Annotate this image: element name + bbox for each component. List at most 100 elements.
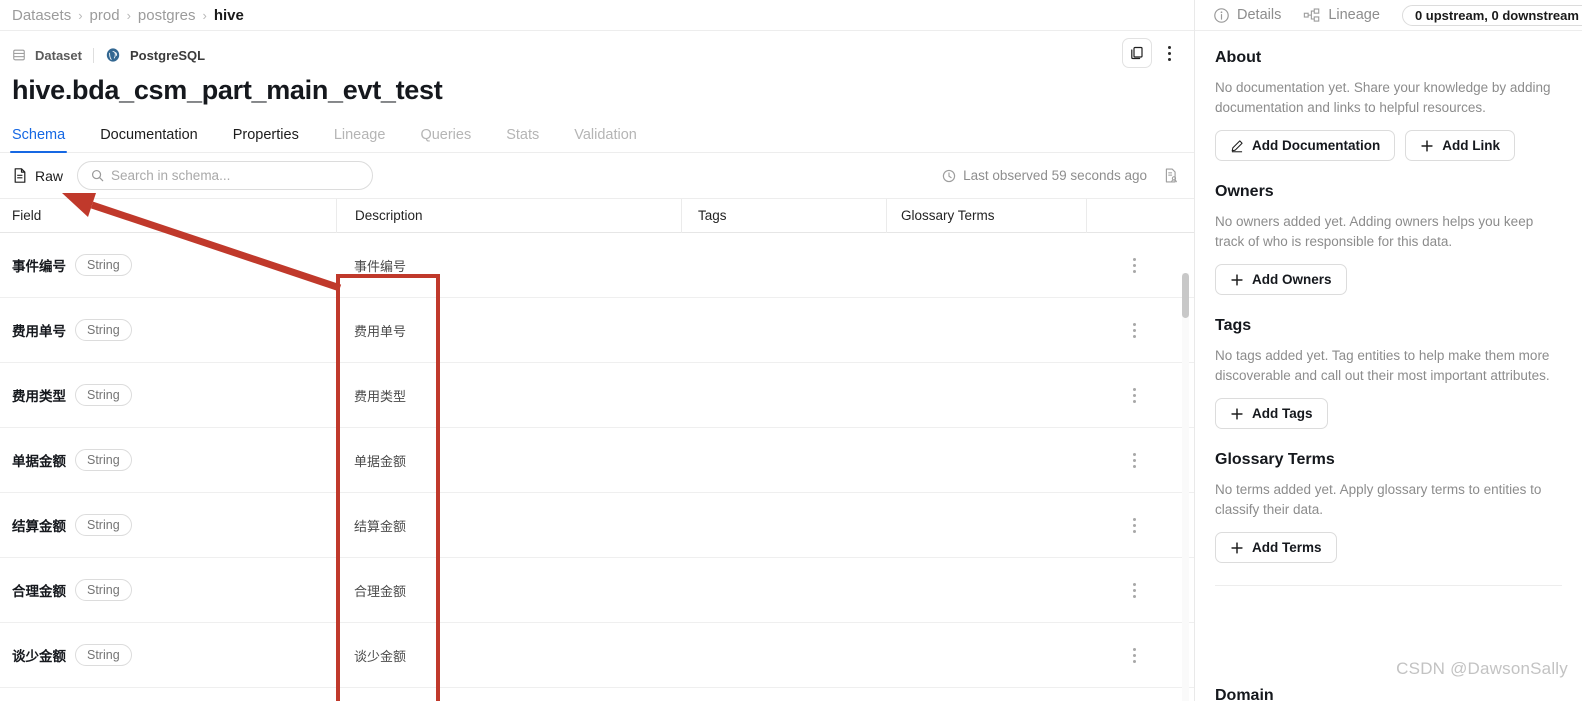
- breadcrumb-item-postgres[interactable]: postgres: [138, 7, 196, 24]
- breadcrumb-item-datasets[interactable]: Datasets: [12, 7, 71, 24]
- add-documentation-button[interactable]: Add Documentation: [1215, 130, 1396, 161]
- breadcrumb-separator-icon: ›: [202, 7, 207, 23]
- glossary-cell[interactable]: [886, 233, 1086, 298]
- description-cell[interactable]: 费用单号: [336, 298, 681, 363]
- scrollbar-thumb[interactable]: [1182, 273, 1189, 318]
- column-header-field[interactable]: Field: [0, 199, 336, 233]
- clock-icon: [942, 169, 956, 183]
- section-empty-text: No tags added yet. Tag entities to help …: [1215, 348, 1550, 383]
- sidebar-tab-lineage-label: Lineage: [1328, 7, 1380, 23]
- field-cell: 结算金额 String: [0, 493, 336, 558]
- tags-cell[interactable]: [681, 558, 886, 623]
- add-owners-button[interactable]: Add Owners: [1215, 264, 1347, 295]
- table-row[interactable]: 费用单号 String 费用单号: [0, 298, 1194, 363]
- column-header-description[interactable]: Description: [336, 198, 681, 233]
- table-row[interactable]: 合理金额 String 合理金额: [0, 558, 1194, 623]
- entity-sidebar: Details Lineage 0 upstream, 0 downstream: [1195, 0, 1582, 701]
- entity-platform-label: PostgreSQL: [129, 47, 206, 63]
- breadcrumb-item-prod[interactable]: prod: [90, 7, 120, 24]
- field-type-pill: String: [75, 644, 132, 666]
- field-type-pill: String: [75, 449, 132, 471]
- tab-validation[interactable]: Validation: [574, 127, 637, 152]
- table-row[interactable]: 单据金额 String 单据金额: [0, 428, 1194, 493]
- section-divider: [1215, 585, 1562, 586]
- section-about: About No documentation yet. Share your k…: [1215, 49, 1562, 161]
- section-title-domain: Domain: [1215, 687, 1274, 701]
- field-cell: 合理金额 String: [0, 558, 336, 623]
- copy-button[interactable]: [1122, 38, 1152, 68]
- row-kebab-menu-icon[interactable]: [1133, 647, 1136, 663]
- sidebar-tab-lineage[interactable]: Lineage: [1303, 7, 1380, 24]
- glossary-cell[interactable]: [886, 493, 1086, 558]
- tab-schema[interactable]: Schema: [9, 127, 68, 153]
- tab-stats[interactable]: Stats: [506, 127, 539, 152]
- tab-properties[interactable]: Properties: [233, 127, 299, 152]
- add-terms-button[interactable]: Add Terms: [1215, 532, 1337, 563]
- schema-search-box[interactable]: [77, 161, 374, 190]
- glossary-cell[interactable]: [886, 428, 1086, 493]
- row-kebab-menu-icon[interactable]: [1133, 452, 1136, 468]
- table-row[interactable]: 费用类型 String 费用类型: [0, 363, 1194, 428]
- description-cell[interactable]: 费用类型: [336, 363, 681, 428]
- section-glossary-terms: Glossary Terms No terms added yet. Apply…: [1215, 451, 1562, 563]
- section-empty-text: No terms added yet. Apply glossary terms…: [1215, 482, 1542, 517]
- tags-cell[interactable]: [681, 493, 886, 558]
- tab-lineage[interactable]: Lineage: [334, 127, 386, 152]
- tags-cell[interactable]: [681, 623, 886, 688]
- raw-button[interactable]: Raw: [12, 167, 77, 184]
- tags-cell[interactable]: [681, 233, 886, 298]
- section-buttons: Add Owners: [1215, 264, 1562, 295]
- add-terms-label: Add Terms: [1252, 540, 1322, 555]
- description-cell[interactable]: 事件编号: [336, 233, 681, 298]
- row-kebab-menu-icon[interactable]: [1133, 257, 1136, 273]
- description-cell[interactable]: 谈少金额: [336, 623, 681, 688]
- row-kebab-menu-icon[interactable]: [1133, 582, 1136, 598]
- schema-table-header: Field Description Tags Glossary Terms: [0, 198, 1194, 233]
- table-row[interactable]: 结算金额 String 结算金额: [0, 493, 1194, 558]
- row-kebab-menu-icon[interactable]: [1133, 387, 1136, 403]
- add-tags-button[interactable]: Add Tags: [1215, 398, 1328, 429]
- datahub-dataset-page: Datasets › prod › postgres › hive Datase…: [0, 0, 1582, 701]
- add-tags-label: Add Tags: [1252, 406, 1313, 421]
- breadcrumb-item-hive[interactable]: hive: [214, 7, 244, 24]
- column-header-tags[interactable]: Tags: [681, 198, 886, 233]
- entity-meta-row: Dataset PostgreSQL: [12, 47, 1180, 63]
- table-row[interactable]: 事件编号 String 事件编号: [0, 233, 1194, 298]
- lineage-count-badge[interactable]: 0 upstream, 0 downstream: [1401, 4, 1582, 26]
- add-link-button[interactable]: Add Link: [1405, 130, 1515, 161]
- sidebar-tab-details[interactable]: Details: [1213, 7, 1281, 24]
- row-kebab-menu-icon[interactable]: [1133, 517, 1136, 533]
- description-cell[interactable]: 单据金额: [336, 428, 681, 493]
- file-document-icon: [12, 167, 28, 184]
- search-input[interactable]: [111, 168, 360, 183]
- field-cell: 谈少金额 String: [0, 623, 336, 688]
- field-type-pill: String: [75, 514, 132, 536]
- column-header-glossary-terms[interactable]: Glossary Terms: [886, 198, 1086, 233]
- row-kebab-menu-icon[interactable]: [1133, 322, 1136, 338]
- add-link-label: Add Link: [1442, 138, 1500, 153]
- tags-cell[interactable]: [681, 428, 886, 493]
- meta-divider: [92, 47, 94, 63]
- field-type-pill: String: [75, 254, 132, 276]
- info-circle-icon: [1213, 7, 1230, 24]
- table-row[interactable]: 谈少金额 String 谈少金额: [0, 623, 1194, 688]
- tab-documentation[interactable]: Documentation: [100, 127, 198, 152]
- description-cell[interactable]: 结算金额: [336, 493, 681, 558]
- schema-table-scrollbar[interactable]: [1182, 273, 1189, 701]
- glossary-cell[interactable]: [886, 298, 1086, 363]
- raw-button-label: Raw: [35, 167, 64, 184]
- description-cell[interactable]: 合理金额: [336, 558, 681, 623]
- section-empty-text: No documentation yet. Share your knowled…: [1215, 80, 1551, 115]
- tags-cell[interactable]: [681, 298, 886, 363]
- field-name: 合理金额: [12, 584, 66, 599]
- glossary-cell[interactable]: [886, 558, 1086, 623]
- kebab-menu-icon[interactable]: [1158, 38, 1180, 68]
- glossary-cell[interactable]: [886, 623, 1086, 688]
- tab-queries[interactable]: Queries: [420, 127, 471, 152]
- column-header-actions: [1086, 198, 1183, 233]
- tags-cell[interactable]: [681, 363, 886, 428]
- plus-icon: [1420, 139, 1434, 153]
- row-actions-cell: [1086, 233, 1183, 298]
- glossary-cell[interactable]: [886, 363, 1086, 428]
- document-user-icon[interactable]: [1163, 167, 1180, 184]
